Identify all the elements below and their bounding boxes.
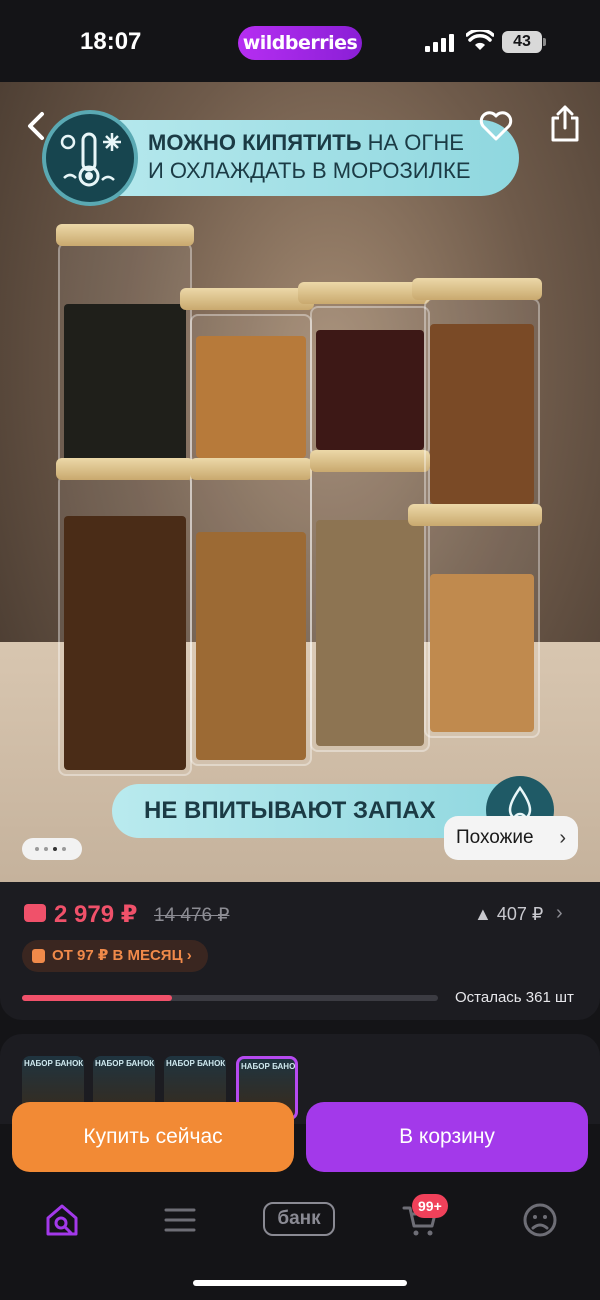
variant-label: НАБОР БАНОК 8 [166, 1059, 226, 1068]
jar-macadamia [424, 298, 540, 510]
share-icon[interactable] [548, 104, 582, 144]
product-page: { "status_bar": { "time": "18:07", "bran… [0, 0, 600, 1300]
current-price: 2 979 ₽ [54, 901, 138, 928]
installment-text: ОТ 97 ₽ В МЕСЯЦ › [52, 947, 192, 964]
add-to-cart-button[interactable]: В корзину [306, 1102, 588, 1172]
banner-top-line2: И ОХЛАЖДАТЬ В МОРОЗИЛКЕ [148, 158, 471, 183]
chevron-right-icon: › [559, 827, 566, 849]
similar-label: Похожие [456, 827, 534, 848]
status-time: 18:07 [80, 28, 142, 55]
carousel-dot [44, 847, 48, 851]
thermometer-snowflake-icon [42, 110, 138, 206]
catalog-menu-icon[interactable] [160, 1200, 200, 1240]
carousel-dot [53, 847, 57, 851]
variant-label: НАБОР БАНОК 6 [24, 1059, 84, 1068]
banner-top-thin: НА ОГНЕ [361, 130, 464, 155]
home-search-icon[interactable] [42, 1200, 82, 1240]
jar-lid [56, 224, 194, 246]
wallet-icon [24, 904, 46, 922]
jar-lid [298, 282, 430, 304]
battery-tip [543, 38, 546, 46]
product-image-carousel[interactable]: МОЖНО КИПЯТИТЬ НА ОГНЕ И ОХЛАЖДАТЬ В МОР… [0, 82, 600, 882]
jar-lid [412, 278, 542, 300]
jar-hibiscus [310, 306, 430, 456]
similar-products-button[interactable]: Похожие › [444, 816, 578, 860]
variant-label: НАБОР БАНОК [241, 1062, 298, 1071]
favorite-heart-icon[interactable] [478, 108, 514, 144]
jar-lid [180, 288, 314, 310]
battery-icon: 43 [502, 31, 542, 53]
chevron-right-icon[interactable]: › [556, 902, 563, 925]
carousel-dot [35, 847, 39, 851]
old-price: 14 476 ₽ [154, 905, 230, 926]
jar-coffee [58, 474, 192, 776]
jar-nuts-mix [424, 512, 540, 738]
price-panel: 2 979 ₽ 14 476 ₽ ▲ 407 ₽ › ОТ 97 ₽ В МЕС… [0, 882, 600, 1020]
buy-now-button[interactable]: Купить сейчас [12, 1102, 294, 1172]
price-increase[interactable]: ▲ 407 ₽ [474, 904, 543, 925]
jar-lid [408, 504, 542, 526]
installment-badge[interactable]: ОТ 97 ₽ В МЕСЯЦ › [22, 940, 208, 972]
carousel-dot [62, 847, 66, 851]
carousel-pagination-dots [22, 838, 82, 860]
home-indicator [193, 1280, 407, 1286]
bank-tab[interactable]: банк [263, 1202, 335, 1236]
status-bar: 18:07 wildberries 43 [0, 0, 600, 82]
cellular-signal-icon [425, 34, 455, 52]
jar-lid [56, 458, 194, 480]
cart-count-badge: 99+ [412, 1194, 448, 1218]
wifi-icon [466, 30, 494, 50]
shield-icon [32, 949, 45, 963]
jar-lid [310, 450, 430, 472]
brand-pill[interactable]: wildberries [238, 26, 362, 60]
profile-icon[interactable] [520, 1200, 560, 1240]
jar-sugar [190, 314, 312, 464]
jar-buckwheat [190, 466, 312, 766]
stock-progress-fill [22, 995, 172, 1001]
variant-label: НАБОР БАНОК 8 [95, 1059, 155, 1068]
jar-lid [190, 458, 312, 480]
stock-progress-bar [22, 995, 438, 1001]
jar-tea [58, 242, 192, 470]
back-chevron-icon[interactable] [22, 106, 52, 146]
stock-remaining: Осталась 361 шт [455, 989, 574, 1006]
banner-top-bold: МОЖНО КИПЯТИТЬ [148, 130, 362, 155]
